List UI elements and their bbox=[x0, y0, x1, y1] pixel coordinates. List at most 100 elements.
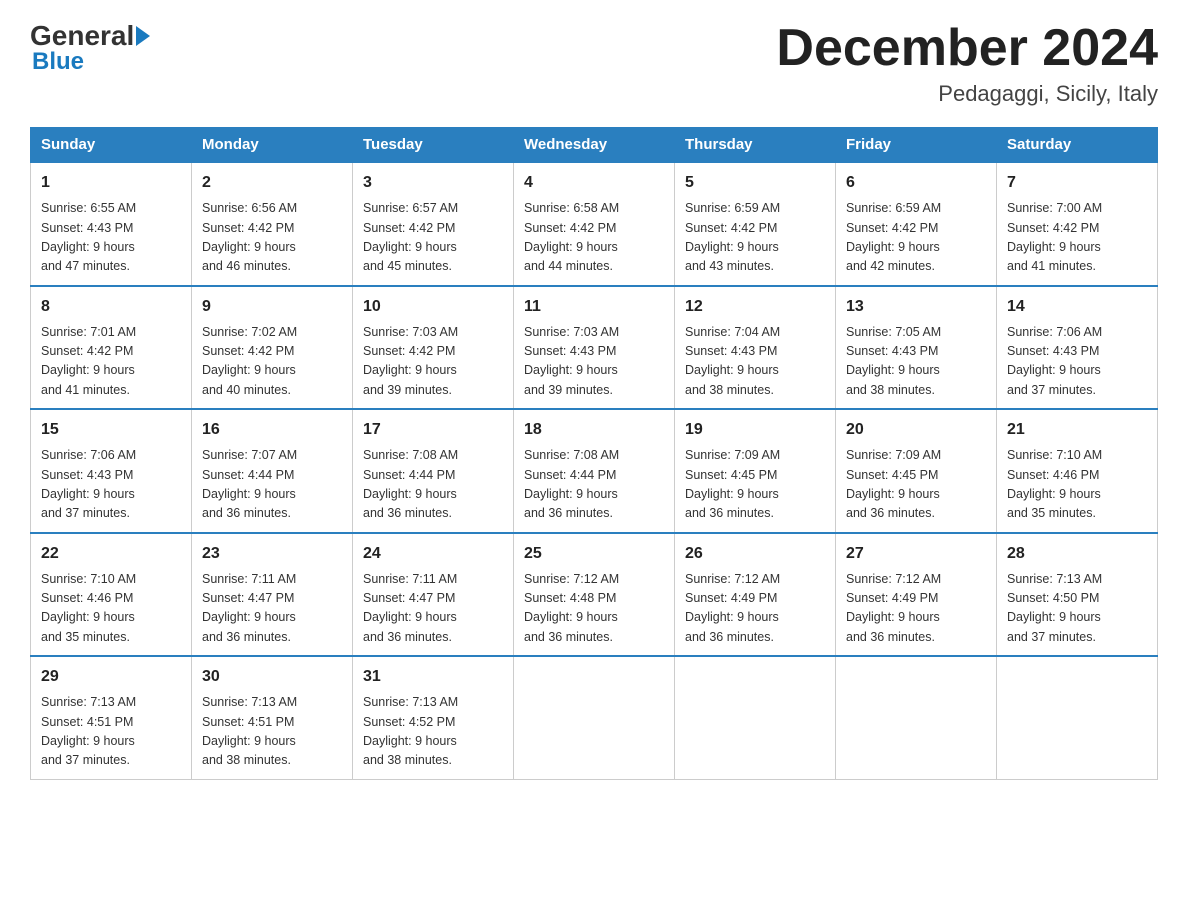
weekday-header-sunday: Sunday bbox=[31, 128, 192, 163]
weekday-header-wednesday: Wednesday bbox=[514, 128, 675, 163]
weekday-header-saturday: Saturday bbox=[997, 128, 1158, 163]
calendar-cell: 12 Sunrise: 7:04 AMSunset: 4:43 PMDayligh… bbox=[675, 286, 836, 410]
calendar-week-row: 1Sunrise: 6:55 AMSunset: 4:43 PMDaylight… bbox=[31, 162, 1158, 286]
day-info: Sunrise: 7:12 AMSunset: 4:49 PMDaylight:… bbox=[846, 570, 986, 648]
day-info: Sunrise: 7:03 AMSunset: 4:42 PMDaylight:… bbox=[363, 323, 503, 401]
day-number: 22 bbox=[41, 542, 181, 566]
calendar-cell: 7Sunrise: 7:00 AMSunset: 4:42 PMDaylight… bbox=[997, 162, 1158, 286]
calendar-week-row: 22 Sunrise: 7:10 AMSunset: 4:46 PMDayligh… bbox=[31, 533, 1158, 657]
day-info: Sunrise: 7:04 AMSunset: 4:43 PMDaylight:… bbox=[685, 323, 825, 401]
day-info: Sunrise: 6:55 AMSunset: 4:43 PMDaylight:… bbox=[41, 199, 181, 277]
day-number: 30 bbox=[202, 665, 342, 689]
day-info: Sunrise: 7:11 AMSunset: 4:47 PMDaylight:… bbox=[202, 570, 342, 648]
month-title: December 2024 bbox=[776, 20, 1158, 77]
calendar-cell: 6 Sunrise: 6:59 AMSunset: 4:42 PMDaylight… bbox=[836, 162, 997, 286]
day-info: Sunrise: 6:58 AMSunset: 4:42 PMDaylight:… bbox=[524, 199, 664, 277]
day-number: 14 bbox=[1007, 295, 1147, 319]
day-info: Sunrise: 7:10 AMSunset: 4:46 PMDaylight:… bbox=[41, 570, 181, 648]
day-info: Sunrise: 7:02 AMSunset: 4:42 PMDaylight:… bbox=[202, 323, 342, 401]
title-block: December 2024 Pedagaggi, Sicily, Italy bbox=[776, 20, 1158, 107]
day-info: Sunrise: 6:59 AMSunset: 4:42 PMDaylight:… bbox=[685, 199, 825, 277]
day-info: Sunrise: 7:07 AMSunset: 4:44 PMDaylight:… bbox=[202, 446, 342, 524]
day-number: 31 bbox=[363, 665, 503, 689]
calendar-body: 1Sunrise: 6:55 AMSunset: 4:43 PMDaylight… bbox=[31, 162, 1158, 779]
day-number: 7 bbox=[1007, 171, 1147, 195]
day-info: Sunrise: 7:08 AMSunset: 4:44 PMDaylight:… bbox=[363, 446, 503, 524]
day-info: Sunrise: 7:06 AMSunset: 4:43 PMDaylight:… bbox=[1007, 323, 1147, 401]
calendar-week-row: 8 Sunrise: 7:01 AMSunset: 4:42 PMDaylight… bbox=[31, 286, 1158, 410]
calendar-cell: 22 Sunrise: 7:10 AMSunset: 4:46 PMDayligh… bbox=[31, 533, 192, 657]
calendar-cell: 1Sunrise: 6:55 AMSunset: 4:43 PMDaylight… bbox=[31, 162, 192, 286]
day-number: 3 bbox=[363, 171, 503, 195]
calendar-cell: 3 Sunrise: 6:57 AMSunset: 4:42 PMDaylight… bbox=[353, 162, 514, 286]
day-info: Sunrise: 7:09 AMSunset: 4:45 PMDaylight:… bbox=[685, 446, 825, 524]
calendar-cell: 5 Sunrise: 6:59 AMSunset: 4:42 PMDaylight… bbox=[675, 162, 836, 286]
day-info: Sunrise: 6:59 AMSunset: 4:42 PMDaylight:… bbox=[846, 199, 986, 277]
calendar-cell bbox=[836, 656, 997, 779]
day-number: 13 bbox=[846, 295, 986, 319]
day-number: 11 bbox=[524, 295, 664, 319]
calendar-header: SundayMondayTuesdayWednesdayThursdayFrid… bbox=[31, 128, 1158, 163]
day-number: 24 bbox=[363, 542, 503, 566]
day-number: 23 bbox=[202, 542, 342, 566]
calendar-cell bbox=[675, 656, 836, 779]
calendar-cell: 23 Sunrise: 7:11 AMSunset: 4:47 PMDayligh… bbox=[192, 533, 353, 657]
day-number: 27 bbox=[846, 542, 986, 566]
day-number: 5 bbox=[685, 171, 825, 195]
calendar-week-row: 29 Sunrise: 7:13 AMSunset: 4:51 PMDayligh… bbox=[31, 656, 1158, 779]
day-number: 2 bbox=[202, 171, 342, 195]
day-info: Sunrise: 7:03 AMSunset: 4:43 PMDaylight:… bbox=[524, 323, 664, 401]
calendar-cell: 16 Sunrise: 7:07 AMSunset: 4:44 PMDayligh… bbox=[192, 409, 353, 533]
calendar-cell: 2Sunrise: 6:56 AMSunset: 4:42 PMDaylight… bbox=[192, 162, 353, 286]
weekday-header-friday: Friday bbox=[836, 128, 997, 163]
day-number: 16 bbox=[202, 418, 342, 442]
calendar-week-row: 15Sunrise: 7:06 AMSunset: 4:43 PMDayligh… bbox=[31, 409, 1158, 533]
weekday-header-tuesday: Tuesday bbox=[353, 128, 514, 163]
day-number: 6 bbox=[846, 171, 986, 195]
calendar-cell: 19Sunrise: 7:09 AMSunset: 4:45 PMDayligh… bbox=[675, 409, 836, 533]
calendar-cell: 25Sunrise: 7:12 AMSunset: 4:48 PMDayligh… bbox=[514, 533, 675, 657]
day-info: Sunrise: 7:12 AMSunset: 4:49 PMDaylight:… bbox=[685, 570, 825, 648]
logo-blue-text: Blue bbox=[30, 48, 150, 76]
day-info: Sunrise: 7:08 AMSunset: 4:44 PMDaylight:… bbox=[524, 446, 664, 524]
calendar-cell: 4 Sunrise: 6:58 AMSunset: 4:42 PMDaylight… bbox=[514, 162, 675, 286]
day-info: Sunrise: 7:01 AMSunset: 4:42 PMDaylight:… bbox=[41, 323, 181, 401]
day-number: 29 bbox=[41, 665, 181, 689]
calendar-cell: 18 Sunrise: 7:08 AMSunset: 4:44 PMDayligh… bbox=[514, 409, 675, 533]
calendar-cell: 10 Sunrise: 7:03 AMSunset: 4:42 PMDayligh… bbox=[353, 286, 514, 410]
day-info: Sunrise: 6:57 AMSunset: 4:42 PMDaylight:… bbox=[363, 199, 503, 277]
calendar-cell: 14 Sunrise: 7:06 AMSunset: 4:43 PMDayligh… bbox=[997, 286, 1158, 410]
calendar-table: SundayMondayTuesdayWednesdayThursdayFrid… bbox=[30, 127, 1158, 780]
day-number: 10 bbox=[363, 295, 503, 319]
calendar-cell: 8 Sunrise: 7:01 AMSunset: 4:42 PMDaylight… bbox=[31, 286, 192, 410]
day-number: 28 bbox=[1007, 542, 1147, 566]
calendar-cell: 27 Sunrise: 7:12 AMSunset: 4:49 PMDayligh… bbox=[836, 533, 997, 657]
calendar-cell: 21 Sunrise: 7:10 AMSunset: 4:46 PMDayligh… bbox=[997, 409, 1158, 533]
day-number: 18 bbox=[524, 418, 664, 442]
calendar-cell: 20 Sunrise: 7:09 AMSunset: 4:45 PMDayligh… bbox=[836, 409, 997, 533]
day-info: Sunrise: 7:13 AMSunset: 4:51 PMDaylight:… bbox=[202, 693, 342, 771]
day-info: Sunrise: 7:11 AMSunset: 4:47 PMDaylight:… bbox=[363, 570, 503, 648]
day-number: 8 bbox=[41, 295, 181, 319]
day-number: 4 bbox=[524, 171, 664, 195]
calendar-cell: 15Sunrise: 7:06 AMSunset: 4:43 PMDayligh… bbox=[31, 409, 192, 533]
weekday-header-row: SundayMondayTuesdayWednesdayThursdayFrid… bbox=[31, 128, 1158, 163]
day-number: 20 bbox=[846, 418, 986, 442]
day-info: Sunrise: 7:05 AMSunset: 4:43 PMDaylight:… bbox=[846, 323, 986, 401]
day-info: Sunrise: 7:12 AMSunset: 4:48 PMDaylight:… bbox=[524, 570, 664, 648]
day-number: 21 bbox=[1007, 418, 1147, 442]
day-info: Sunrise: 7:13 AMSunset: 4:51 PMDaylight:… bbox=[41, 693, 181, 771]
calendar-cell: 31Sunrise: 7:13 AMSunset: 4:52 PMDayligh… bbox=[353, 656, 514, 779]
weekday-header-monday: Monday bbox=[192, 128, 353, 163]
day-number: 26 bbox=[685, 542, 825, 566]
calendar-cell: 24 Sunrise: 7:11 AMSunset: 4:47 PMDayligh… bbox=[353, 533, 514, 657]
day-number: 12 bbox=[685, 295, 825, 319]
calendar-cell: 29 Sunrise: 7:13 AMSunset: 4:51 PMDayligh… bbox=[31, 656, 192, 779]
calendar-cell: 26 Sunrise: 7:12 AMSunset: 4:49 PMDayligh… bbox=[675, 533, 836, 657]
calendar-cell: 17Sunrise: 7:08 AMSunset: 4:44 PMDayligh… bbox=[353, 409, 514, 533]
day-info: Sunrise: 7:09 AMSunset: 4:45 PMDaylight:… bbox=[846, 446, 986, 524]
day-info: Sunrise: 7:10 AMSunset: 4:46 PMDaylight:… bbox=[1007, 446, 1147, 524]
logo: General Blue bbox=[30, 20, 150, 76]
day-info: Sunrise: 7:13 AMSunset: 4:50 PMDaylight:… bbox=[1007, 570, 1147, 648]
calendar-cell: 28 Sunrise: 7:13 AMSunset: 4:50 PMDayligh… bbox=[997, 533, 1158, 657]
